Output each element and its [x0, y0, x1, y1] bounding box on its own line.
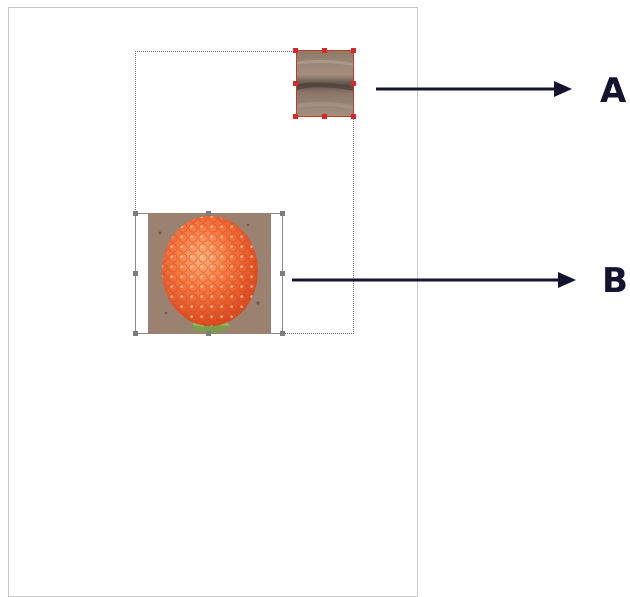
resize-handle[interactable]: [133, 211, 138, 216]
arrow-a-icon: [376, 81, 572, 97]
resize-handle[interactable]: [280, 211, 285, 216]
sand-texture-image: [297, 51, 353, 116]
arrow-b-icon: [292, 272, 576, 288]
resize-handle[interactable]: [206, 331, 211, 336]
cropped-picture-a[interactable]: [296, 50, 354, 117]
resize-handle[interactable]: [133, 271, 138, 276]
resize-handle[interactable]: [322, 114, 327, 119]
resize-handle[interactable]: [280, 271, 285, 276]
resize-handle[interactable]: [293, 114, 298, 119]
resize-handle[interactable]: [351, 81, 356, 86]
resize-handle[interactable]: [133, 331, 138, 336]
resize-handle[interactable]: [293, 81, 298, 86]
resize-handle[interactable]: [293, 48, 298, 53]
raspberry-photo: [148, 213, 271, 334]
callout-label-b: B: [602, 261, 628, 301]
resize-handle[interactable]: [351, 114, 356, 119]
resize-handle[interactable]: [322, 48, 327, 53]
picture-b[interactable]: [148, 213, 271, 334]
resize-handle[interactable]: [351, 48, 356, 53]
resize-handle[interactable]: [280, 331, 285, 336]
resize-handle[interactable]: [206, 211, 211, 216]
callout-label-a: A: [600, 71, 627, 111]
